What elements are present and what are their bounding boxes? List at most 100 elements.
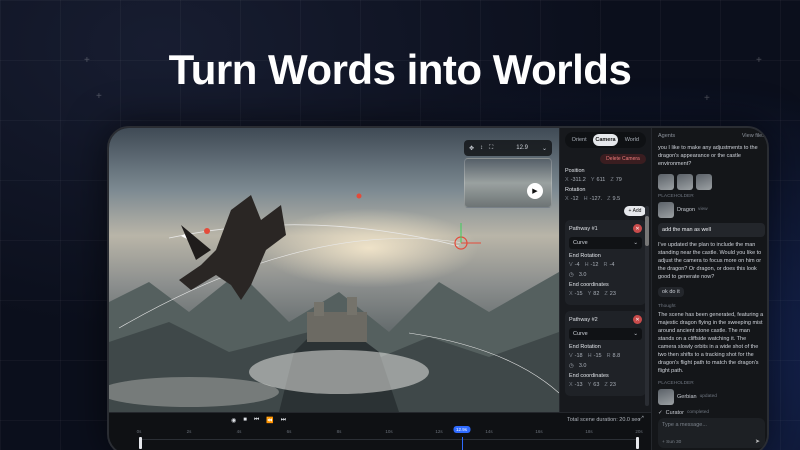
end-rotation-h[interactable]: -15 (594, 353, 602, 359)
asset-name: Curator (665, 409, 684, 416)
clock-icon: ◷ (569, 363, 574, 369)
pathway-title: Pathway #1 (569, 225, 598, 232)
chevron-down-icon: ⌄ (633, 331, 638, 337)
skip-back-icon[interactable]: ⏮ (254, 417, 259, 424)
user-message: add the man as well (658, 222, 765, 237)
agents-title: Agents (658, 133, 676, 139)
end-coord-x[interactable]: -13 (575, 382, 583, 388)
viewport-toolbar: ✥ ↕ ⛶ 12.9 ⌄ (464, 140, 552, 156)
input-meta[interactable]: + Sun 30 (662, 440, 681, 445)
remove-pathway-icon[interactable]: ✕ (633, 315, 642, 324)
pathway-title: Pathway #2 (569, 316, 598, 323)
properties-scrollbar[interactable] (645, 206, 649, 406)
properties-tabs: Orient Camera World (565, 132, 646, 148)
timeline-tick: 16s (535, 429, 543, 434)
position-x[interactable]: -311.2 (571, 177, 586, 183)
end-rotation-r[interactable]: -4 (609, 262, 614, 268)
asset-item[interactable]: Dragon view (658, 201, 765, 218)
end-coord-z[interactable]: 23 (610, 382, 616, 388)
end-rotation-r[interactable]: 8.8 (613, 353, 621, 359)
position-z[interactable]: 79 (616, 177, 622, 183)
end-rotation-row: V -4 H -12 R -4 (569, 262, 615, 268)
tab-orient[interactable]: Orient (567, 134, 591, 146)
asset-name: Dragon (677, 206, 696, 213)
remove-pathway-icon[interactable]: ✕ (633, 224, 642, 233)
playhead[interactable] (461, 437, 463, 450)
move-icon[interactable]: ✥ (469, 145, 474, 152)
end-rotation-h[interactable]: -12 (591, 262, 599, 268)
rotation-h[interactable]: -127. (590, 196, 603, 202)
trim-start-handle[interactable] (139, 437, 142, 449)
asset-item[interactable]: Gerbian updated (658, 388, 765, 405)
rewind-icon[interactable]: ⏪ (266, 417, 273, 424)
position-y[interactable]: 611 (597, 177, 606, 183)
timeline-tick: 10s (385, 429, 393, 434)
pathway-type-select[interactable]: Curve ⌄ (569, 237, 642, 249)
resize-icon[interactable]: ↕ (480, 145, 483, 151)
rotation-z[interactable]: 9.5 (613, 196, 621, 202)
chevron-down-icon[interactable]: ⌄ (542, 145, 547, 152)
asset-thumbnail (658, 201, 674, 218)
asset-name: Gerbian (677, 393, 697, 400)
send-icon[interactable]: ➤ (755, 438, 760, 445)
pathway-type-select[interactable]: Curve ⌄ (569, 328, 642, 340)
position-row: X -311.2 Y 611 Z 79 (565, 177, 622, 183)
tab-world[interactable]: World (620, 134, 644, 146)
thumbnail-strip (658, 173, 765, 190)
end-rotation-label: End Rotation (569, 253, 601, 259)
record-icon[interactable]: ◉ (231, 417, 236, 424)
placeholder-label: PLACEHOLDER (658, 380, 694, 386)
timeline-tick: 6s (286, 429, 292, 434)
thumbnail[interactable] (658, 173, 674, 190)
hero-headline: Turn Words into Worlds (168, 46, 632, 93)
timeline: ◉ ■ ⏮ ⏪ ⏭ Total scene duration: 20.0 sec… (109, 412, 651, 450)
tab-camera[interactable]: Camera (593, 134, 618, 146)
timeline-tick: 4s (236, 429, 242, 434)
rotation-row: X -12 H -127. Z 9.5 (565, 196, 621, 202)
view-files-link[interactable]: View files (742, 133, 765, 139)
message-input[interactable]: Type a message... + Sun 30 ➤ (658, 418, 765, 448)
speed-value[interactable]: 3.0 (579, 272, 587, 278)
end-rotation-v[interactable]: -18 (575, 353, 583, 359)
thumbnail[interactable] (696, 173, 712, 190)
thumbnail[interactable] (677, 173, 693, 190)
play-icon[interactable]: ▶ (527, 183, 543, 199)
message-placeholder: Type a message... (662, 422, 707, 428)
zoom-level[interactable]: 12.9 (516, 145, 528, 151)
timeline-tick: 20s (635, 429, 643, 434)
end-coord-z[interactable]: 23 (610, 291, 616, 297)
end-rotation-v[interactable]: -4 (575, 262, 580, 268)
delete-camera-button[interactable]: Delete Camera (600, 154, 646, 164)
asset-status: updated (699, 394, 717, 399)
pathway-type-value: Curve (573, 331, 588, 337)
timeline-tick: 2s (186, 429, 192, 434)
asset-item[interactable]: ✓ Curator completed (658, 410, 765, 416)
playback-controls: ◉ ■ ⏮ ⏪ ⏭ (231, 417, 286, 424)
camera-preview[interactable]: ▶ (464, 158, 552, 208)
skip-forward-icon[interactable]: ⏭ (281, 417, 286, 424)
expand-icon[interactable]: ⤢ (639, 416, 644, 423)
user-reply-chip: ok do it (658, 286, 684, 297)
rotation-x[interactable]: -12 (571, 196, 579, 202)
end-rotation-label: End Rotation (569, 344, 601, 350)
timeline-tick: 12s (435, 429, 443, 434)
speed-value[interactable]: 3.0 (579, 363, 587, 369)
timeline-track[interactable] (139, 439, 639, 440)
placeholder-label: PLACEHOLDER (658, 193, 694, 199)
speed-row: ◷ 3.0 (569, 272, 642, 278)
add-pathway-button[interactable]: + Add (624, 206, 646, 216)
playhead-label[interactable]: 12.9s (452, 426, 471, 433)
pathway-card: Pathway #1 ✕ Curve ⌄ End Rotation V -4 H -12… (565, 220, 646, 305)
timeline-ruler: 0s 2s 4s 6s 8s 10s 12s 14s 16s 18s 20s (137, 429, 643, 439)
trim-end-handle[interactable] (636, 437, 639, 449)
end-coord-y[interactable]: 82 (593, 291, 599, 297)
end-coord-x[interactable]: -15 (575, 291, 583, 297)
stop-icon[interactable]: ■ (243, 417, 247, 424)
pathway-card: Pathway #2 ✕ Curve ⌄ End Rotation V -18 H -1… (565, 311, 646, 396)
agents-panel: Agents View files you I like to make any… (651, 128, 767, 450)
timeline-tick: 14s (485, 429, 493, 434)
scene-viewport[interactable]: ✥ ↕ ⛶ 12.9 ⌄ ▶ (109, 128, 559, 412)
end-coord-y[interactable]: 63 (593, 382, 599, 388)
fit-icon[interactable]: ⛶ (489, 145, 493, 152)
properties-panel: Orient Camera World Delete Camera Positi… (559, 128, 651, 412)
